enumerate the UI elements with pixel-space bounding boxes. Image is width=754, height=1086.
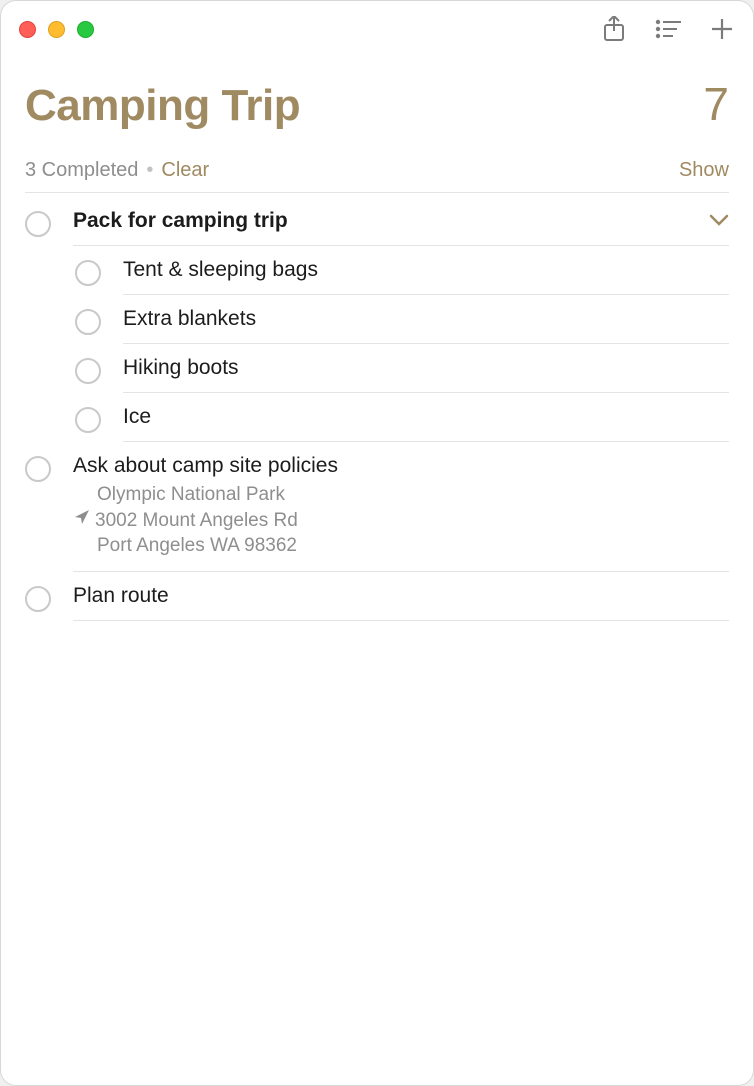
list-header: Camping Trip 7 — [25, 77, 729, 131]
todo-item[interactable]: Plan route — [25, 572, 729, 621]
separator-dot: • — [144, 159, 155, 182]
clear-button[interactable]: Clear — [161, 159, 209, 182]
todo-title: Plan route — [73, 584, 729, 608]
complete-checkbox[interactable] — [75, 309, 101, 335]
todo-item[interactable]: Pack for camping trip — [25, 197, 729, 246]
add-icon[interactable] — [709, 16, 735, 42]
subtask-group: Tent & sleeping bags Extra blankets Hiki… — [25, 246, 729, 442]
location-street: 3002 Mount Angeles Rd — [95, 508, 298, 534]
todo-title: Pack for camping trip — [73, 209, 729, 233]
minimize-window-button[interactable] — [48, 21, 65, 38]
list-view-icon[interactable] — [655, 16, 681, 42]
todo-item[interactable]: Ask about camp site policies Olympic Nat… — [25, 442, 729, 572]
list-title: Camping Trip — [25, 81, 300, 131]
list-count: 7 — [703, 77, 729, 131]
complete-checkbox[interactable] — [25, 211, 51, 237]
completed-bar: 3 Completed • Clear Show — [25, 159, 729, 193]
complete-checkbox[interactable] — [25, 456, 51, 482]
todo-subitem[interactable]: Extra blankets — [25, 295, 729, 344]
todo-title: Hiking boots — [123, 356, 729, 380]
location-arrow-icon — [73, 508, 91, 534]
todo-title: Extra blankets — [123, 307, 729, 331]
content-area: Camping Trip 7 3 Completed • Clear Show … — [1, 57, 753, 1085]
window-controls — [19, 21, 94, 38]
complete-checkbox[interactable] — [25, 586, 51, 612]
toolbar — [601, 16, 735, 42]
completed-meta: 3 Completed • Clear — [25, 159, 209, 182]
complete-checkbox[interactable] — [75, 407, 101, 433]
location-name: Olympic National Park — [73, 482, 729, 508]
show-completed-button[interactable]: Show — [679, 159, 729, 182]
chevron-down-icon[interactable] — [709, 213, 729, 231]
todo-subitem[interactable]: Ice — [25, 393, 729, 442]
app-window: Camping Trip 7 3 Completed • Clear Show … — [0, 0, 754, 1086]
todo-subitem[interactable]: Tent & sleeping bags — [25, 246, 729, 295]
titlebar — [1, 1, 753, 57]
todo-title: Tent & sleeping bags — [123, 258, 729, 282]
complete-checkbox[interactable] — [75, 260, 101, 286]
location-city: Port Angeles WA 98362 — [73, 533, 729, 559]
fullscreen-window-button[interactable] — [77, 21, 94, 38]
close-window-button[interactable] — [19, 21, 36, 38]
complete-checkbox[interactable] — [75, 358, 101, 384]
todo-title: Ask about camp site policies — [73, 454, 729, 478]
todo-subitem[interactable]: Hiking boots — [25, 344, 729, 393]
todo-title: Ice — [123, 405, 729, 429]
share-icon[interactable] — [601, 16, 627, 42]
todo-location[interactable]: Olympic National Park 3002 Mount Angeles… — [73, 482, 729, 559]
todo-list: Pack for camping trip Tent & sleeping ba… — [25, 197, 729, 621]
completed-count-text: 3 Completed — [25, 159, 138, 182]
